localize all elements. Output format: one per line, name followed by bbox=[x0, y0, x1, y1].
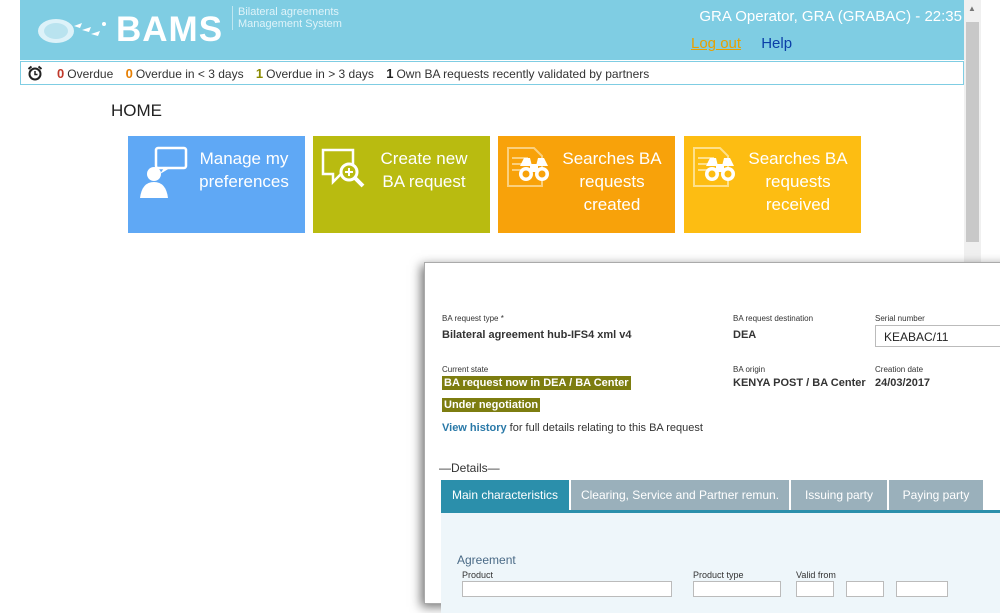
user-info: GRA Operator, GRA (GRABAC) - 22:35 bbox=[699, 8, 962, 25]
scroll-up-icon[interactable]: ▲ bbox=[968, 4, 976, 13]
tab-clearing[interactable]: Clearing, Service and Partner remun. bbox=[571, 480, 789, 510]
tile-label: Create new BA request bbox=[380, 149, 468, 191]
search-document-icon bbox=[321, 148, 365, 188]
ba-request-detail-window: BA request type * Bilateral agreement hu… bbox=[424, 262, 1000, 613]
valid-from-day[interactable] bbox=[796, 581, 834, 597]
tile-create-request[interactable]: Create new BA request bbox=[313, 136, 490, 233]
state-label: Current state bbox=[442, 365, 489, 374]
status-bar: 0 Overdue 0 Overdue in < 3 days 1 Overdue i… bbox=[20, 61, 964, 85]
page-title: HOME bbox=[111, 101, 162, 120]
origin-value: KENYA POST / BA Center bbox=[733, 377, 866, 389]
app-header: BAMS Bilateral agreements Management Sys… bbox=[20, 0, 964, 60]
view-history-link[interactable]: View history bbox=[442, 422, 507, 434]
product-type-select[interactable] bbox=[693, 581, 781, 597]
product-label: Product bbox=[462, 570, 494, 580]
valid-from-label: Valid from bbox=[796, 570, 836, 580]
history-line: View history for full details relating t… bbox=[442, 422, 703, 434]
tab-paying-party[interactable]: Paying party bbox=[889, 480, 983, 510]
serial-label: Serial number bbox=[875, 314, 925, 323]
binoculars-icon bbox=[507, 147, 549, 187]
logout-link[interactable]: Log out bbox=[691, 35, 741, 52]
creation-date-value: 24/03/2017 bbox=[875, 377, 931, 389]
tile-searches-created[interactable]: Searches BA requests created bbox=[498, 136, 675, 233]
destination-value: DEA bbox=[733, 329, 757, 341]
tile-manage-preferences[interactable]: Manage my preferences bbox=[128, 136, 305, 233]
alarm-clock-icon bbox=[27, 65, 43, 81]
serial-number-field[interactable]: KEABAC/11 bbox=[875, 325, 1000, 347]
details-legend: —Details— bbox=[439, 461, 500, 475]
tab-panel bbox=[441, 513, 1000, 613]
creation-date-label: Creation date bbox=[875, 365, 924, 374]
product-type-label: Product type bbox=[693, 570, 744, 580]
brand-subtitle: Bilateral agreements Management System bbox=[232, 6, 368, 30]
tile-searches-received[interactable]: Searches BA requests received bbox=[684, 136, 861, 233]
brand-name: BAMS bbox=[116, 10, 224, 49]
state-value: BA request now in DEA / BA Center bbox=[442, 376, 631, 390]
agreement-title: Agreement bbox=[457, 553, 516, 567]
product-select[interactable] bbox=[462, 581, 672, 597]
user-chat-icon bbox=[140, 146, 188, 198]
request-type-label: BA request type * bbox=[442, 314, 504, 323]
bams-logo-icon bbox=[38, 19, 106, 43]
tab-main-characteristics[interactable]: Main characteristics bbox=[441, 480, 569, 510]
valid-from-year[interactable] bbox=[896, 581, 948, 597]
history-text: for full details relating to this BA req… bbox=[506, 422, 703, 434]
binoculars-icon bbox=[693, 147, 735, 187]
status-validated[interactable]: 1 Own BA requests recently validated by p… bbox=[386, 66, 649, 81]
origin-label: BA origin bbox=[733, 365, 766, 374]
detail-tabs: Main characteristics Clearing, Service a… bbox=[441, 480, 1000, 510]
tile-label: Manage my preferences bbox=[199, 149, 289, 191]
destination-label: BA request destination bbox=[733, 314, 814, 323]
valid-from-month[interactable] bbox=[846, 581, 884, 597]
status-overdue[interactable]: 0 Overdue bbox=[57, 66, 113, 81]
state-sub-value: Under negotiation bbox=[442, 398, 541, 412]
tab-issuing-party[interactable]: Issuing party bbox=[791, 480, 887, 510]
scrollbar-thumb[interactable] bbox=[966, 22, 979, 242]
help-link[interactable]: Help bbox=[761, 35, 792, 52]
status-overdue-gt3[interactable]: 1 Overdue in > 3 days bbox=[256, 66, 374, 81]
tile-label: Searches BA requests received bbox=[748, 149, 848, 214]
request-type-value: Bilateral agreement hub-IFS4 xml v4 bbox=[442, 329, 632, 341]
tile-label: Searches BA requests created bbox=[562, 149, 662, 214]
header-links: Log out Help bbox=[691, 35, 792, 52]
status-overdue-lt3[interactable]: 0 Overdue in < 3 days bbox=[126, 66, 244, 81]
